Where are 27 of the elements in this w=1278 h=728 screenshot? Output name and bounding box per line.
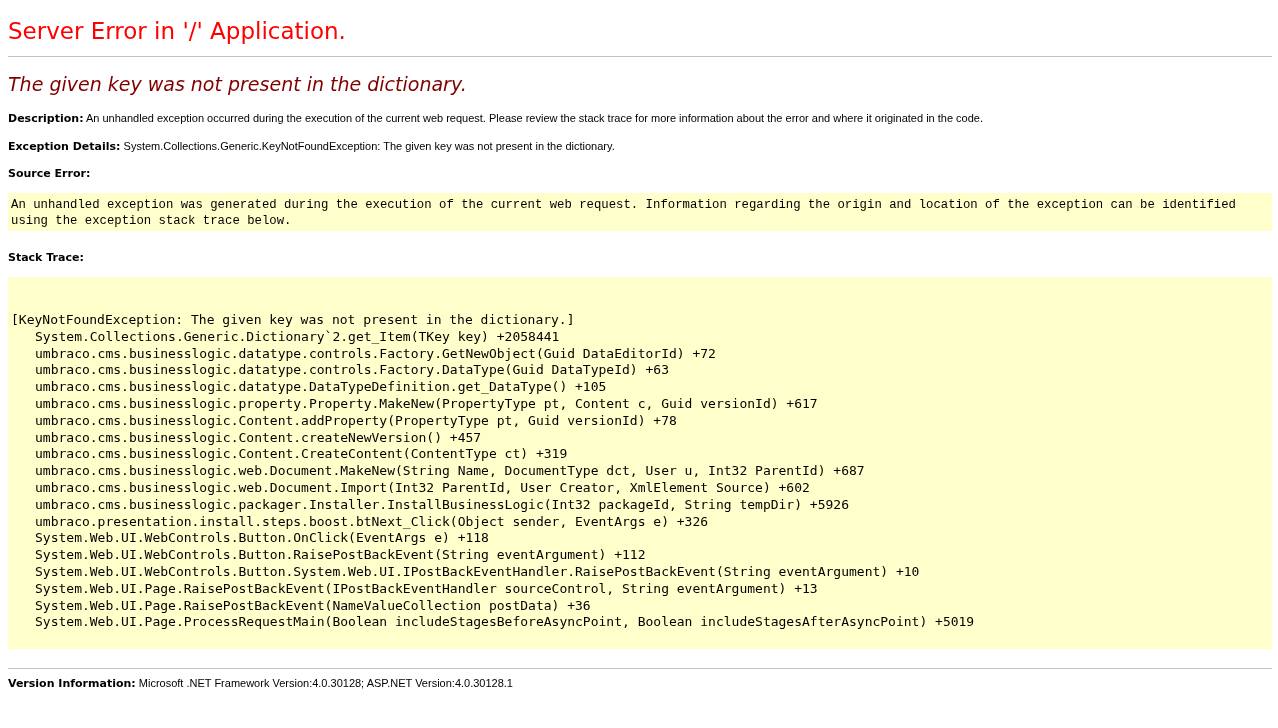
stack-frame: System.Web.UI.Page.RaisePostBackEvent(IPostBackEventHandler sourceControl, String eventArgument) +13 xyxy=(35,580,818,596)
info-text: Description: An unhandled exception occurred during the execution of the current web request. Please review the stack trace for more information about the error and where it originated in the code. xyxy=(8,111,985,125)
stack-frame: System.Web.UI.Page.ProcessRequestMain(Boolean includeStagesBeforeAsyncPoint, Boolean includeStagesAfterAsyncPoint) +5019 xyxy=(35,614,975,630)
stack-frame: umbraco.cms.businesslogic.Content.CreateContent(ContentType ct) +319 xyxy=(35,446,568,462)
stack-frame: umbraco.cms.businesslogic.web.Document.MakeNew(String Name, DocumentType dct, User u, Int32 ParentId) +687 xyxy=(35,463,865,479)
stack-frame: umbraco.cms.businesslogic.datatype.DataTypeDefinition.get_DataType() +105 xyxy=(35,379,607,395)
stack-frame: System.Web.UI.WebControls.Button.RaisePostBackEvent(String eventArgument) +112 xyxy=(35,547,646,563)
stack-frame: System.Web.UI.Page.RaisePostBackEvent(NameValueCollection postData) +36 xyxy=(35,597,591,613)
info-text: Version Information: Microsoft .NET Framework Version:4.0.30128; ASP.NET Version:4.0.30128.1 xyxy=(8,676,514,691)
stack-frame: umbraco.cms.businesslogic.datatype.controls.Factory.GetNewObject(Guid DataEditorId) +72 xyxy=(35,345,716,361)
stack-frame: System.Collections.Generic.Dictionary`2.get_Item(TKey key) +2058441 xyxy=(35,328,560,344)
info-text: Exception Details: System.Collections.Generic.KeyNotFoundException: The given key was not present in the dictionary. xyxy=(8,139,616,153)
source-error-text: An unhandled exception was generated during the execution of the current web request. Information regarding the origin and location of the exception can be identified using the exception stack trace below. xyxy=(10,197,1237,230)
error-message: The given key was not present in the dictionary. xyxy=(8,72,468,97)
stack-frame: umbraco.cms.businesslogic.datatype.controls.Factory.DataType(Guid DataTypeId) +63 xyxy=(35,362,669,378)
section-heading: Stack Trace: xyxy=(8,251,85,265)
stack-frame: umbraco.cms.businesslogic.packager.Installer.InstallBusinessLogic(Int32 packageId, String tempDir) +5926 xyxy=(35,496,849,512)
stack-frame: umbraco.cms.businesslogic.property.Property.MakeNew(PropertyType pt, Content c, Guid versionId) +617 xyxy=(35,396,818,411)
stack-frame: umbraco.cms.businesslogic.Content.createNewVersion() +457 xyxy=(35,429,482,445)
exception-line: [KeyNotFoundException: The given key was not present in the dictionary.] xyxy=(11,312,576,329)
stack-frame: umbraco.presentation.install.steps.boost.btNext_Click(Object sender, EventArgs e) +326 xyxy=(35,513,709,529)
section-heading: Source Error: xyxy=(8,167,92,181)
stack-frame: System.Web.UI.WebControls.Button.System.Web.UI.IPostBackEventHandler.RaisePostBackEvent(String eventArgument) +10 xyxy=(35,563,920,579)
stack-frame: System.Web.UI.WebControls.Button.OnClick(EventArgs e) +118 xyxy=(35,530,489,546)
stack-frame: umbraco.cms.businesslogic.web.Document.Import(Int32 ParentId, User Creator, XmlElement Source) +602 xyxy=(35,479,810,495)
stack-frame: umbraco.cms.businesslogic.Content.addProperty(PropertyType pt, Guid versionId) +78 xyxy=(35,412,677,428)
page-title: Server Error in '/' Application. xyxy=(8,17,347,45)
